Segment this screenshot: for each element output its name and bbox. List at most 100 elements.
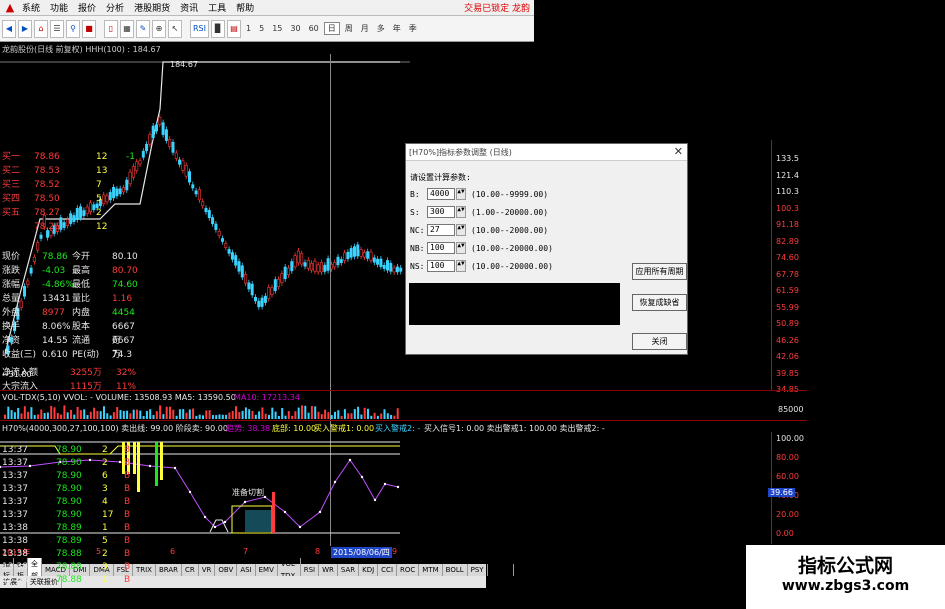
order-book-row: 78.26 12	[0, 220, 138, 234]
volume-bar	[33, 415, 36, 419]
draw-icon[interactable]: ✎	[136, 19, 150, 38]
period-week[interactable]: 周	[342, 23, 356, 34]
indicator-tab[interactable]: MCST	[488, 564, 515, 576]
menu-item-tools[interactable]: 工具	[206, 1, 234, 14]
rsi-button[interactable]: RSI	[190, 19, 209, 38]
zoom-icon[interactable]: ⊕	[152, 19, 166, 38]
menu-item-news[interactable]: 资讯	[178, 1, 206, 14]
order-label: 买五	[2, 208, 21, 218]
indicator-tab[interactable]: BOLL	[443, 564, 468, 576]
volume-bar	[79, 410, 82, 419]
period-year[interactable]: 年	[390, 23, 404, 34]
spinner-icon[interactable]: ▲▼	[456, 188, 466, 200]
indicator-tab[interactable]: ROC	[397, 564, 420, 576]
apply-all-periods-button[interactable]: 应用所有周期	[632, 263, 687, 280]
menu-item-system[interactable]: 系统	[20, 1, 48, 14]
param-input[interactable]: 300	[427, 206, 455, 218]
period-30min[interactable]: 30	[287, 24, 303, 33]
period-1min[interactable]: 1	[243, 24, 254, 33]
chart-icon[interactable]: ▯	[104, 19, 118, 38]
volume-bar	[294, 411, 297, 419]
menu-item-analysis[interactable]: 分析	[104, 1, 132, 14]
tick-volume: 3	[102, 484, 108, 494]
indicator-tab[interactable]: KDJ	[359, 564, 379, 576]
param-input[interactable]: 4000	[427, 188, 455, 200]
order-book-row: 买五 78.27 2	[0, 206, 138, 220]
stat-key: 量比	[72, 294, 91, 304]
volume-bar	[228, 412, 231, 419]
price-tick-label: 121.4	[776, 170, 799, 180]
toolbar-separator	[184, 20, 188, 38]
period-5min[interactable]: 5	[256, 24, 267, 33]
indicator-tab[interactable]: MTM	[419, 564, 443, 576]
list-icon[interactable]: ☰	[50, 19, 64, 38]
order-volume: 5	[96, 194, 102, 204]
cursor-icon[interactable]: ↖	[168, 19, 182, 38]
home-icon[interactable]: ⌂	[34, 19, 48, 38]
candle-body	[290, 261, 294, 272]
stat-key: 收益(三)	[2, 350, 37, 360]
period-multi[interactable]: 多	[374, 23, 388, 34]
param-dialog: [H70%]指标参数调整 (日线) ✕ 请设置计算参数: B: 4000 ▲▼ (10…	[405, 143, 688, 355]
param-input[interactable]: 100	[427, 242, 455, 254]
order-label: 买一	[2, 152, 21, 162]
search-icon[interactable]: ⚲	[66, 19, 80, 38]
indicator-tab[interactable]: SAR	[338, 564, 360, 576]
candle-body	[204, 208, 208, 213]
trend-point	[283, 510, 287, 514]
period-month[interactable]: 月	[358, 23, 372, 34]
forward-icon[interactable]: ▶	[18, 19, 32, 38]
spinner-icon[interactable]: ▲▼	[456, 260, 466, 272]
tick-price: 78.89	[56, 523, 82, 533]
volume-chart[interactable]	[0, 403, 400, 419]
volume-bar	[119, 410, 122, 419]
param-input[interactable]: 100	[427, 260, 455, 272]
period-day[interactable]: 日	[323, 22, 340, 35]
candle-body	[188, 171, 192, 183]
volume-bar	[357, 406, 360, 419]
spinner-icon[interactable]: ▲▼	[456, 206, 466, 218]
restore-default-button[interactable]: 恢复成缺省	[632, 294, 687, 311]
order-book-row: 买二 78.53 13	[0, 164, 138, 178]
tick-price: 78.90	[56, 510, 82, 520]
indicator-tab[interactable]: WR	[319, 564, 338, 576]
date-label: 7	[243, 547, 249, 556]
tick-side: B	[124, 471, 131, 481]
close-button[interactable]: 关闭	[632, 333, 687, 350]
candle-body	[244, 274, 248, 284]
menu-item-help[interactable]: 帮助	[234, 1, 262, 14]
close-icon[interactable]: ✕	[674, 146, 683, 158]
tick-row: 13:38 78.89 1 B	[0, 522, 138, 535]
back-icon[interactable]: ◀	[2, 19, 16, 38]
spinner-icon[interactable]: ▲▼	[456, 224, 466, 236]
indicator-tab[interactable]: CCI	[378, 564, 398, 576]
f10-icon[interactable]: ■	[82, 19, 96, 38]
volume-bar	[43, 412, 46, 419]
stack-icon[interactable]: ▤	[227, 19, 241, 38]
indicator-tab[interactable]: BRAR	[156, 564, 182, 576]
grid-icon[interactable]: ▦	[120, 19, 134, 38]
indicator-tab[interactable]: OBV	[215, 564, 238, 576]
candle-body	[313, 260, 317, 272]
tick-side: B	[124, 497, 131, 507]
period-15min[interactable]: 15	[269, 24, 285, 33]
bars-icon[interactable]: ▉	[211, 19, 225, 38]
menu-item-function[interactable]: 功能	[48, 1, 76, 14]
period-60min[interactable]: 60	[306, 24, 322, 33]
stat-key: 内盘	[72, 308, 91, 318]
volume-bar	[314, 406, 317, 419]
signal-bar	[155, 442, 158, 486]
candle-body	[237, 261, 241, 272]
menu-item-hk-futures[interactable]: 港股期货	[132, 1, 178, 14]
indicator-tab[interactable]: PSY	[468, 564, 488, 576]
menu-item-quote[interactable]: 报价	[76, 1, 104, 14]
param-input[interactable]: 27	[427, 224, 455, 236]
spinner-icon[interactable]: ▲▼	[456, 242, 466, 254]
period-quarter[interactable]: 季	[406, 23, 420, 34]
indicator-tab[interactable]: EMV	[256, 564, 278, 576]
indicator-tab[interactable]: ASI	[237, 564, 256, 576]
indicator-tab[interactable]: RSI	[301, 564, 320, 576]
indicator-tab[interactable]: VR	[199, 564, 216, 576]
indicator-tab[interactable]: CR	[182, 564, 199, 576]
trade-lock-status[interactable]: 交易已锁定 龙韵	[464, 1, 534, 14]
